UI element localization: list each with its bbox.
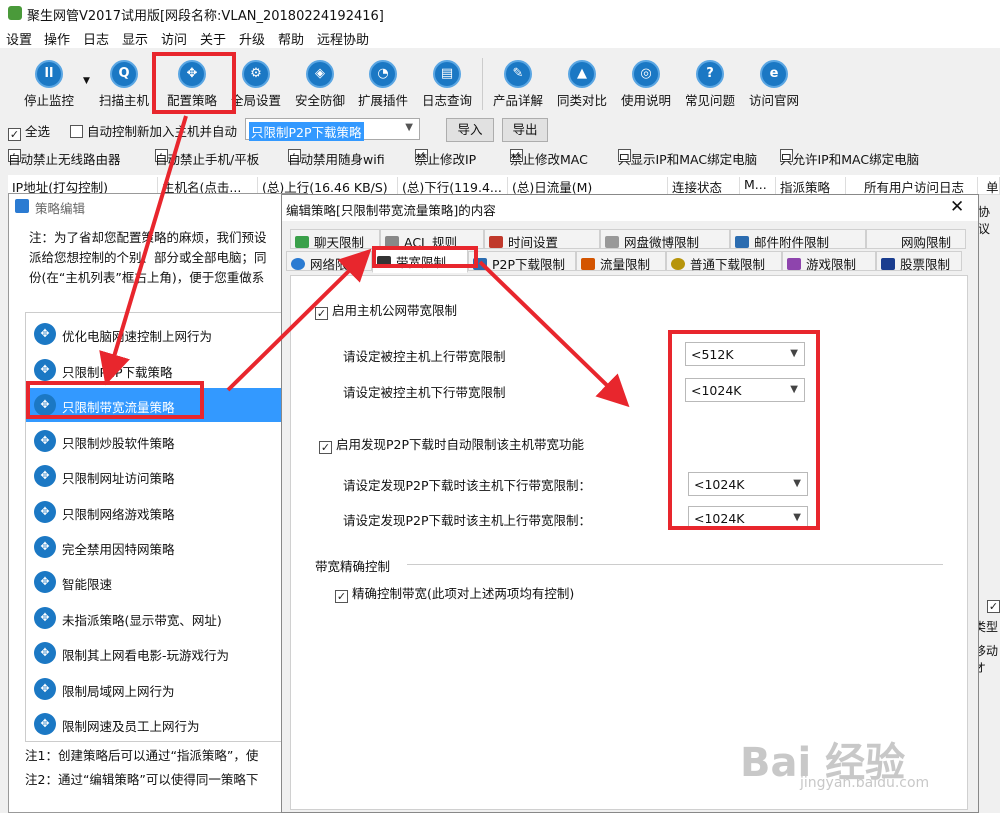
arrow-to-tab (226, 248, 372, 392)
arrow-to-strategy (99, 115, 188, 386)
watermark-url: jingyan.baidu.com (800, 775, 930, 791)
annotation-arrows (99, 115, 630, 408)
arrow-to-values (478, 260, 630, 408)
